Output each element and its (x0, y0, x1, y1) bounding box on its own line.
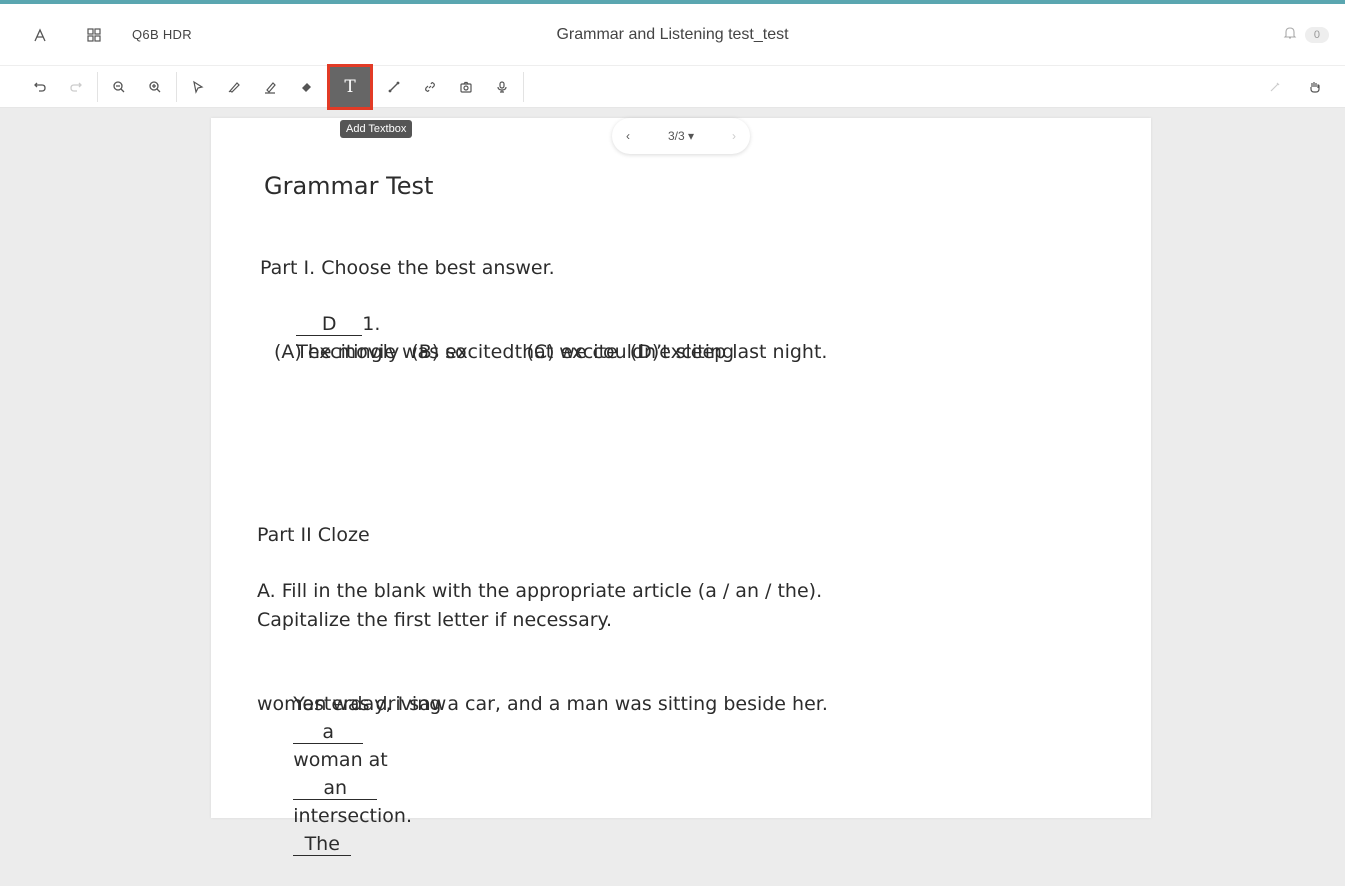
cloze-blank-3: The (293, 833, 352, 856)
toolbar-divider (97, 71, 98, 102)
add-textbox-button[interactable]: T (327, 63, 373, 110)
zoom-out-icon[interactable] (101, 69, 137, 105)
link-icon[interactable] (412, 69, 448, 105)
prev-page-button[interactable]: ‹ (626, 129, 630, 143)
toolbar-divider (176, 71, 177, 102)
zoom-in-icon[interactable] (137, 69, 173, 105)
page-indicator[interactable]: 3/3 ▾ (668, 129, 694, 143)
cloze-text-c: intersection. (293, 805, 412, 827)
next-page-button[interactable]: › (732, 129, 736, 143)
annotation-toolbar: T (0, 63, 1345, 110)
class-name: Q6B HDR (132, 27, 192, 42)
document-canvas[interactable]: Grammar Test Part I. Choose the best ans… (0, 108, 1345, 856)
cloze-line-2: woman was driving a car, and a man was s… (257, 693, 828, 715)
add-textbox-tooltip: Add Textbox (340, 120, 413, 138)
part2-title: Part II Cloze (257, 524, 370, 546)
page-number: 3/3 (667, 129, 685, 143)
highlighter-icon[interactable] (252, 69, 288, 105)
undo-icon[interactable] (22, 69, 58, 105)
grid-icon[interactable] (78, 19, 110, 51)
notification-count: 0 (1304, 26, 1329, 43)
camera-icon[interactable] (448, 69, 484, 105)
laser-pointer-icon[interactable] (1257, 69, 1293, 105)
question-1-options: (A) excitingly (B) excited (C) excite (D… (274, 341, 735, 363)
microphone-icon[interactable] (484, 69, 520, 105)
hand-pan-icon[interactable] (1297, 69, 1333, 105)
cloze-blank-2: an (293, 777, 378, 800)
doc-heading: Grammar Test (264, 172, 434, 200)
part1-title: Part I. Choose the best answer. (260, 257, 555, 279)
bell-icon[interactable] (1283, 26, 1297, 43)
page-navigator: ‹ 3/3 ▾ › (612, 118, 750, 154)
cloze-text-b: woman at (293, 749, 388, 771)
app-header: Q6B HDR Grammar and Listening test_test … (0, 4, 1345, 66)
document-page[interactable]: Grammar Test Part I. Choose the best ans… (211, 118, 1151, 856)
toolbar-divider (523, 71, 524, 102)
select-pointer-icon[interactable] (180, 69, 216, 105)
instructions-line-2: Capitalize the first letter if necessary… (257, 609, 613, 631)
person-icon[interactable] (24, 19, 56, 51)
caret-down-icon: ▾ (688, 129, 695, 143)
page-title: Grammar and Listening test_test (556, 25, 789, 43)
eraser-icon[interactable] (288, 69, 324, 105)
line-icon[interactable] (376, 69, 412, 105)
instructions-line-1: A. Fill in the blank with the appropriat… (257, 580, 823, 602)
pen-icon[interactable] (216, 69, 252, 105)
redo-icon[interactable] (58, 69, 94, 105)
